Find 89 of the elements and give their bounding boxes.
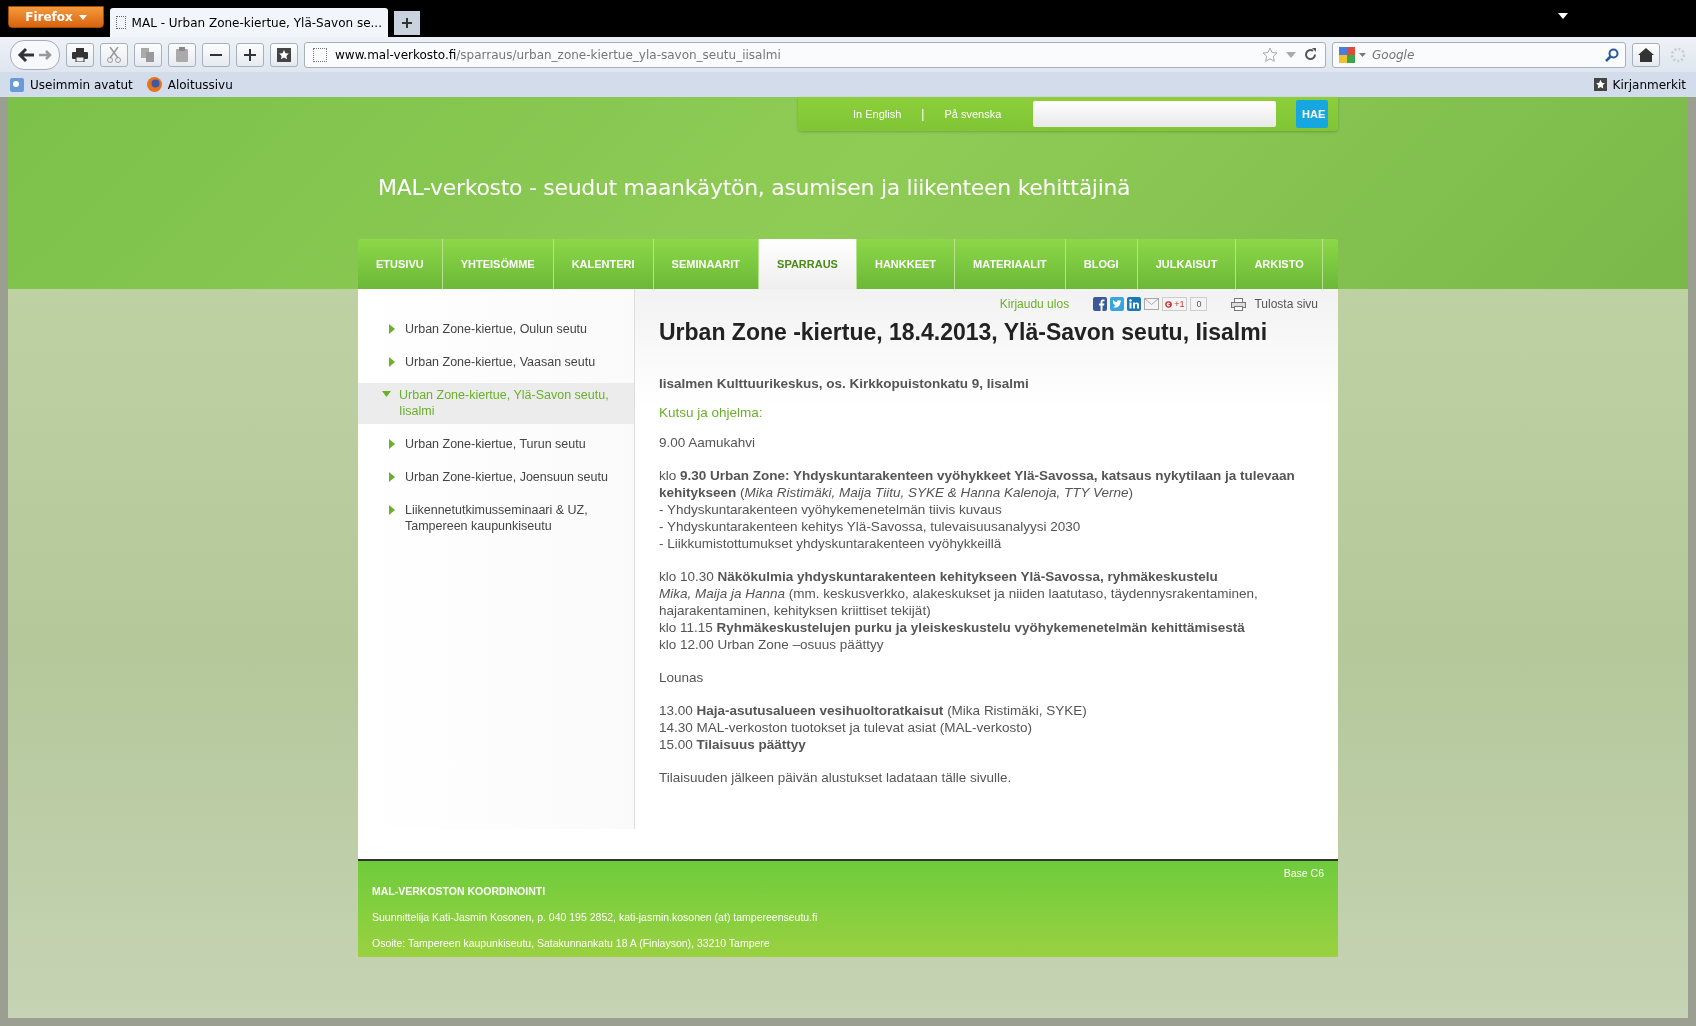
logout-link[interactable]: Kirjaudu ulos (999, 297, 1070, 311)
article-title: Urban Zone -kiertue, 18.4.2013, Ylä-Savon seutu, Iisalmi (659, 319, 1269, 346)
copy-button[interactable] (134, 42, 162, 67)
site-search-field[interactable] (1033, 101, 1276, 127)
plus-icon (401, 17, 413, 29)
clipboard-icon (176, 47, 188, 62)
search-icon[interactable] (1605, 47, 1619, 62)
firefox-menu-button[interactable]: Firefox (8, 6, 104, 28)
separator-text: | (921, 107, 925, 121)
home-icon (1638, 47, 1654, 62)
program-line: 13.00 Haja-asutusalueen vesihuoltoratkaisut (Mika Ristimäki, SYKE) (659, 702, 1088, 719)
program-line: klo 11.15 Ryhmäkeskustelujen purku ja yleiskeskustelu vyöhykemenetelmän kehittämisestä (659, 619, 1246, 636)
new-tab-button[interactable] (394, 11, 420, 35)
program-line: - Liikkumistottumukset yhdyskuntarakenteen vyöhykkeillä (659, 535, 1003, 552)
search-button[interactable]: HAE (1296, 100, 1328, 128)
bookmark-page-button[interactable] (270, 42, 298, 67)
zoom-in-button[interactable] (236, 42, 264, 67)
back-forward-control[interactable] (10, 39, 60, 70)
sidebar-item[interactable]: Urban Zone-kiertue, Oulun seutu (358, 317, 634, 342)
g-logo-icon (1165, 299, 1173, 309)
caret-right-icon (388, 324, 397, 334)
footer-text: Suunnittelija Kati-Jasmin Kosonen, p. 040 195 2852, kati-jasmin.kosonen (at) tampereenseutu.fi (372, 911, 819, 923)
venue-text: Iisalmen Kulttuurikeskus, os. Kirkkopuistonkatu 9, Iisalmi (659, 376, 1030, 391)
back-arrow-icon (17, 46, 35, 63)
sidebar-item[interactable]: Urban Zone-kiertue, Joensuun seutu (358, 465, 634, 490)
language-link[interactable]: På svenska (944, 108, 1002, 120)
program-line: 14.30 MAL-verkoston tuotokset ja tulevat asiat (MAL-verkosto) (659, 719, 1033, 736)
star-icon (1593, 78, 1607, 91)
zoom-out-button[interactable] (202, 42, 230, 67)
plus-one-button[interactable]: +1 (1162, 297, 1188, 311)
dropdown-arrow-icon (1359, 52, 1366, 57)
scissors-icon (107, 46, 121, 63)
sidebar-item[interactable]: Urban Zone-kiertue, Ylä-Savon seutu, Iisalmi (358, 383, 634, 424)
nav-tab[interactable]: SPARRAUS (759, 239, 857, 289)
section-heading: Kutsu ja ohjelma: (659, 405, 764, 420)
site-title: MAL-verkosto - seudut maankäytön, asumisen ja liikenteen kehittäjinä (378, 175, 1132, 200)
paste-button[interactable] (168, 42, 196, 67)
forward-arrow-icon (39, 48, 53, 61)
program-line: klo 10.30 Näkökulmia yhdyskuntarakenteen kehitykseen Ylä-Savossa, ryhmäkeskustelu (659, 568, 1219, 585)
version-text: Base C6 (1282, 867, 1324, 879)
program-line: 15.00 Tilaisuus päättyy (659, 736, 807, 753)
home-button[interactable] (1632, 42, 1660, 67)
print-button[interactable] (66, 42, 94, 67)
copy-icon (141, 47, 155, 62)
search-engine-icon (1339, 46, 1355, 63)
program-line: klo 9.30 Urban Zone: Yhdyskuntarakenteen vyöhykkeet Ylä-Savossa, katsaus nykytilaan ja tulevaan kehitykseen (Mika Ristimäki, Maija Tiitu, SYKE & Hanna Kalenoja, TTY Verne) (659, 467, 1296, 501)
bookmark-item[interactable]: Useimmin avatut (10, 77, 133, 92)
caret-right-icon (388, 472, 397, 482)
url-text: www.mal-verkosto.fi/sparraus/urban_zone-kiertue_yla-savon_seutu_iisalmi (335, 47, 782, 62)
star-icon (277, 47, 291, 62)
bookmark-item[interactable]: Aloitussivu (146, 77, 233, 92)
linkedin-icon[interactable] (1127, 297, 1142, 311)
search-field[interactable]: Google (1370, 46, 1601, 63)
printer-icon (1231, 297, 1247, 311)
program-line: Mika, Maija ja Hanna (mm. keskusverkko, alakeskukset ja niiden laatutaso, täydennysrakentaminen, hajarakentaminen, kehityksen kriittiset tekijät) (659, 585, 1259, 619)
facebook-icon[interactable] (1093, 297, 1108, 311)
browser-tab[interactable]: MAL - Urban Zone-kiertue, Ylä-Savon se... (110, 8, 388, 37)
search-bar[interactable]: Google (1332, 41, 1626, 68)
caret-down-icon (382, 390, 391, 400)
address-bar[interactable]: www.mal-verkosto.fi/sparraus/urban_zone-kiertue_yla-savon_seutu_iisalmi (304, 41, 1326, 68)
program-line: Tilaisuuden jälkeen päivän alustukset ladataan tälle sivulle. (659, 769, 1013, 786)
printer-icon (72, 47, 88, 62)
footer-heading: MAL-VERKOSTON KOORDINOINTI (372, 885, 547, 897)
plus-icon (244, 48, 256, 61)
dropdown-arrow-icon[interactable] (1558, 13, 1568, 19)
caret-icon (78, 14, 87, 20)
sidebar-item[interactable]: Liikennetutkimusseminaari & UZ, Tampereen kaupunkiseutu (358, 498, 634, 539)
star-icon[interactable] (1262, 46, 1278, 63)
reload-icon[interactable] (1304, 48, 1317, 61)
caret-right-icon (388, 505, 397, 515)
page-icon (116, 16, 126, 29)
print-link[interactable]: Tulosta sivu (1231, 297, 1318, 311)
cut-button[interactable] (100, 42, 128, 67)
caret-right-icon (388, 357, 397, 367)
language-link[interactable]: In English (853, 108, 902, 120)
caret-right-icon (388, 439, 397, 449)
program-line: - Yhdyskuntarakenteen vyöhykemenetelmän tiivis kuvaus (659, 501, 1003, 518)
activity-indicator-icon (1670, 46, 1686, 63)
share-count: 0 (1190, 297, 1208, 311)
sidebar-item[interactable]: Urban Zone-kiertue, Vaasan seutu (358, 350, 634, 375)
tab-title: MAL - Urban Zone-kiertue, Ylä-Savon se... (131, 15, 382, 30)
program-line: klo 12.00 Urban Zone –osuus päättyy (659, 636, 885, 653)
program-line: - Yhdyskuntarakenteen kehitys Ylä-Savossa, tulevaisuusanalyysi 2030 (659, 518, 1082, 535)
page-icon (313, 47, 327, 62)
program-line: 9.00 Aamukahvi (659, 434, 757, 451)
sidebar-item[interactable]: Urban Zone-kiertue, Turun seutu (358, 432, 634, 457)
bookmarks-menu[interactable]: Kirjanmerkit (1593, 77, 1686, 92)
footer-text: Osoite: Tampereen kaupunkiseutu, Satakunnankatu 18 A (Finlayson), 33210 Tampere (372, 937, 771, 949)
program-line: Lounas (659, 669, 705, 686)
